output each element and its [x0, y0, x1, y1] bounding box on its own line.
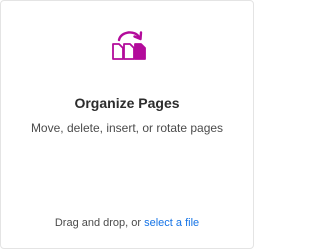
select-file-link[interactable]: select a file: [144, 217, 199, 229]
card-title: Organize Pages: [74, 95, 180, 111]
drop-instruction: Drag and drop, or: [54, 217, 145, 229]
drop-zone-text: Drag and drop, or select a file: [1, 217, 253, 229]
organize-pages-card[interactable]: Organize Pages Move, delete, insert, or …: [0, 0, 254, 249]
card-description: Move, delete, insert, or rotate pages: [30, 121, 224, 135]
organize-pages-icon: [112, 31, 146, 60]
